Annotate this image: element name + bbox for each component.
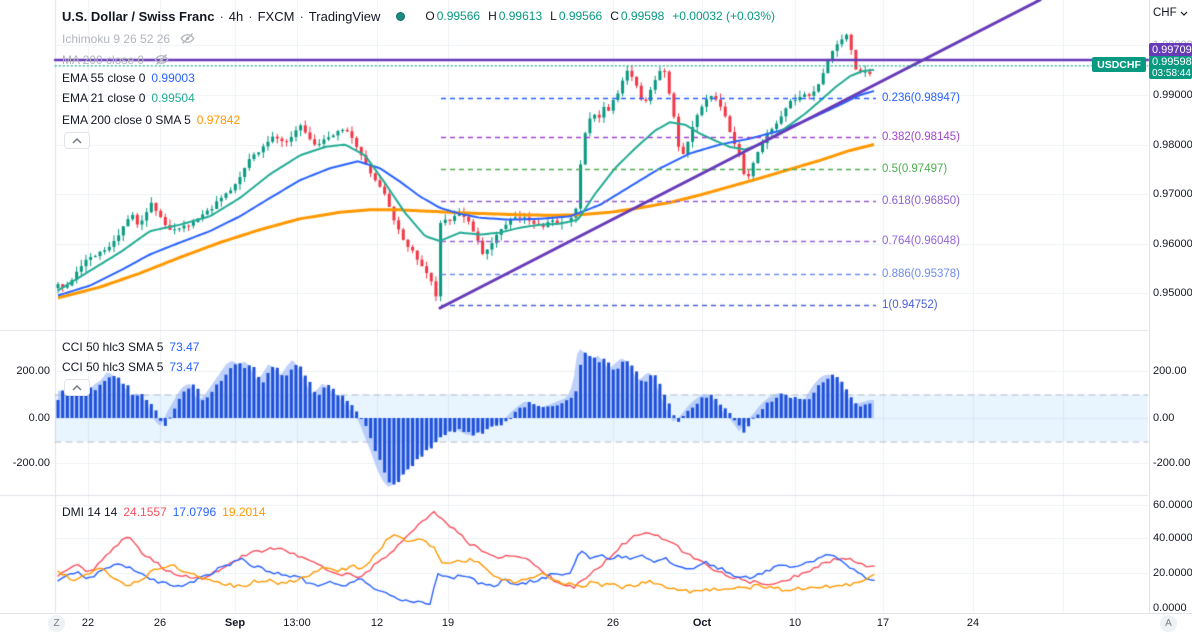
legend-row-cci-2[interactable]: CCI 50 hlc3 SMA 5 73.47 [62,360,199,374]
timezone-button[interactable]: Z [48,615,65,632]
indicator-value: 0.99504 [151,91,195,105]
legend-row-ema200[interactable]: EMA 200 close 0 SMA 5 0.97842 [62,113,240,127]
cci-axis-tick-left: 200.00 [16,365,50,377]
tradingview-chart-window: U.S. Dollar / Swiss Franc · 4h · FXCM · … [0,0,1192,636]
last-price-text: 0.99598 [1152,55,1192,68]
indicator-label: EMA 55 close 0 [62,71,146,85]
ohlc-values: O 0.99566 H 0.99613 L 0.99566 C 0.99598 +0.0… [419,9,775,23]
price-axis-tick: 0.96000 [1153,238,1192,250]
separator: · [219,8,224,24]
platform-label: TradingView [308,8,381,24]
timezone-label: Z [53,618,60,629]
time-axis-tick: 17 [876,617,890,629]
separator: · [299,8,304,24]
cci-axis-tick-left: -200.00 [12,457,50,469]
cci-axis-tick-right: -200.00 [1153,457,1191,469]
symbol-badge-text: USDCHF [1097,58,1141,71]
price-axis-tick: 0.98000 [1153,139,1192,151]
time-axis[interactable] [0,613,1192,636]
price-axis-tick: 0.99000 [1153,89,1192,101]
indicator-value: 0.99003 [151,71,195,85]
indicator-label: DMI 14 14 [62,505,118,519]
time-axis-tick: 26 [606,617,620,629]
fib-level-label: 0.618(0.96850) [882,195,961,208]
legend-row-ichimoku[interactable]: Ichimoku 9 26 52 26 [62,31,195,46]
fib-level-label: 0.5(0.97497) [882,163,948,176]
time-axis-tick: 10 [788,617,802,629]
high-label: H [488,9,497,23]
hline-price-text: 0.99709 [1152,44,1192,56]
chevron-down-icon [1180,11,1188,16]
separator: · [248,8,253,24]
indicator-label: CCI 50 hlc3 SMA 5 [62,360,164,374]
cci-axis-tick-left: 0.00 [28,412,50,424]
collapse-cci-button[interactable] [64,379,90,396]
open-value: 0.99566 [436,9,481,23]
time-axis-tick: 13:00 [283,617,311,629]
dmi-minus-di-value: 19.2014 [222,505,266,519]
fib-level-label: 0.236(0.98947) [882,91,961,104]
indicator-value: 73.47 [169,360,200,374]
time-axis-tick: 19 [441,617,455,629]
adjust-label: A [1165,618,1172,629]
legend-row-ema21[interactable]: EMA 21 close 0 0.99504 [62,91,195,105]
change-value: +0.00032 (+0.03%) [672,9,776,23]
indicator-label: Ichimoku 9 26 52 26 [62,31,171,46]
fib-level-label: 0.382(0.98145) [882,131,961,144]
dmi-plus-di-value: 17.0796 [172,505,217,519]
high-value: 0.99613 [498,9,543,23]
time-axis-tick: Oct [692,617,712,629]
close-label: C [610,9,619,23]
indicator-label: EMA 21 close 0 [62,91,146,105]
eye-hidden-icon[interactable] [180,31,195,46]
price-axis-tick: 0.97000 [1153,188,1192,200]
low-value: 0.99566 [558,9,603,23]
fib-level-label: 1(0.94752) [882,299,938,312]
legend-row-dmi[interactable]: DMI 14 14 24.1557 17.0796 19.2014 [62,505,266,519]
price-axis-tick: 0.95000 [1153,287,1192,299]
dmi-axis-tick: 40.0000 [1153,532,1192,544]
legend-row-ema55[interactable]: EMA 55 close 0 0.99003 [62,71,195,85]
interval-label[interactable]: 4h [229,9,243,24]
open-label: O [425,9,435,23]
collapse-legend-button[interactable] [64,132,90,149]
time-axis-tick: 24 [966,617,980,629]
cci-axis-tick-right: 200.00 [1153,365,1187,377]
symbol-title[interactable]: U.S. Dollar / Swiss Franc [62,9,214,24]
symbol-price-label: USDCHF [1092,57,1146,72]
last-price-badge: 0.99598 03:58:44 [1149,56,1192,79]
countdown-timer: 03:58:44 [1152,67,1191,79]
indicator-label: EMA 200 close 0 SMA 5 [62,113,191,127]
market-status-dot-icon [396,11,406,21]
time-axis-tick: 12 [370,617,384,629]
indicator-value: 73.47 [169,340,200,354]
dmi-axis-tick: 20.0000 [1153,567,1192,579]
time-axis-tick: 26 [153,617,167,629]
time-axis-tick: Sep [224,617,246,629]
chart-legend-header[interactable]: U.S. Dollar / Swiss Franc · 4h · FXCM · … [62,6,775,26]
legend-row-ma200[interactable]: MA 200 close 0 [62,52,169,67]
dmi-axis-tick: 60.0000 [1153,499,1192,511]
indicator-value: 0.97842 [196,113,241,127]
indicator-label: CCI 50 hlc3 SMA 5 [62,340,164,354]
currency-selector[interactable]: CHF [1153,7,1188,19]
hline-price-badge: 0.99709 [1149,43,1192,57]
fib-level-label: 0.764(0.96048) [882,235,961,248]
close-value: 0.99598 [620,9,665,23]
dmi-adx-value: 24.1557 [123,505,167,519]
indicator-label: MA 200 close 0 [62,52,145,67]
adjust-button[interactable]: A [1160,615,1177,632]
low-label: L [550,9,557,23]
legend-row-cci-1[interactable]: CCI 50 hlc3 SMA 5 73.47 [62,340,199,354]
eye-hidden-icon[interactable] [154,52,169,67]
cci-axis-tick-right: 0.00 [1153,412,1175,424]
time-axis-tick: 22 [81,617,95,629]
exchange-label: FXCM [257,8,295,24]
currency-label: CHF [1153,7,1177,19]
fib-level-label: 0.886(0.95378) [882,268,961,281]
